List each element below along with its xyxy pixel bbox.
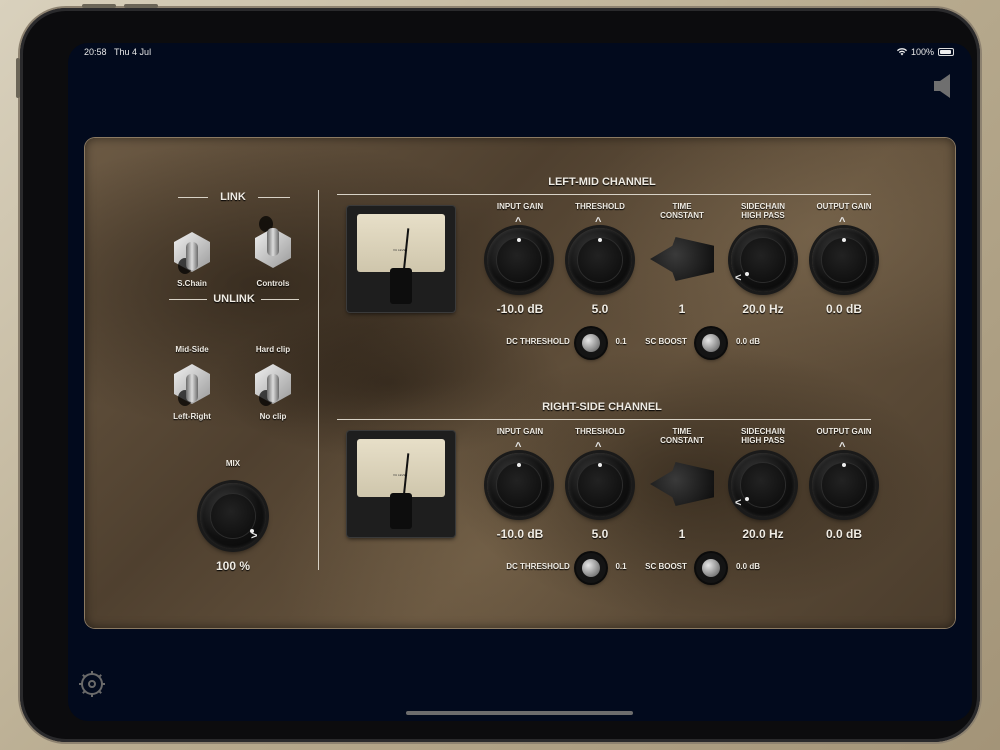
- sidechain-hp-label: SIDECHAIN HIGH PASS: [740, 202, 785, 220]
- hard-clip-label: Hard clip: [255, 345, 291, 354]
- input-gain-label: INPUT GAIN: [496, 202, 544, 211]
- no-clip-label: No clip: [259, 412, 287, 421]
- output-gain-value: 0.0 dB: [825, 527, 862, 541]
- output-gain-knob[interactable]: [812, 228, 876, 292]
- schain-label: S.Chain: [177, 279, 207, 288]
- sc-boost-value: 0.0 dB: [735, 337, 760, 346]
- threshold-label: THRESHOLD: [575, 202, 625, 211]
- divider: [318, 190, 319, 570]
- threshold-value: 5.0: [591, 302, 609, 316]
- left-right-label: Left-Right: [173, 412, 211, 421]
- speaker-icon[interactable]: [932, 73, 956, 99]
- output-gain-label: OUTPUT GAIN: [816, 202, 872, 211]
- mid-side-toggle[interactable]: [172, 360, 212, 408]
- time-constant-value: 1: [678, 527, 686, 541]
- dc-threshold-value: 0.1: [615, 337, 627, 346]
- mix-value: 100 %: [215, 559, 251, 573]
- vu-meter-left: VU LEVEL: [347, 206, 455, 312]
- wifi-icon: [896, 48, 907, 56]
- input-gain-value: -10.0 dB: [496, 302, 544, 316]
- dc-threshold-knob[interactable]: [576, 328, 606, 358]
- input-gain-label: INPUT GAIN: [496, 427, 544, 436]
- dc-threshold-label: DC THRESHOLD: [506, 337, 570, 346]
- time-constant-knob[interactable]: [650, 462, 714, 506]
- link-title: LINK: [220, 191, 246, 203]
- sc-boost-knob[interactable]: [696, 328, 726, 358]
- threshold-knob[interactable]: [568, 228, 632, 292]
- ipad-frame: 20:58 Thu 4 Jul 100% LINK S.Chain Contro…: [16, 4, 980, 742]
- battery-icon: [938, 48, 954, 56]
- hard-clip-toggle[interactable]: [253, 360, 293, 408]
- time-constant-label: TIME CONSTANT: [660, 202, 704, 220]
- sc-boost-knob[interactable]: [696, 553, 726, 583]
- side-button: [16, 58, 20, 98]
- sidechain-hp-value: 20.0 Hz: [742, 527, 784, 541]
- vu-meter-right: VU LEVEL: [347, 431, 455, 537]
- input-gain-knob[interactable]: [487, 228, 551, 292]
- threshold-label: THRESHOLD: [575, 427, 625, 436]
- output-gain-knob[interactable]: [812, 453, 876, 517]
- input-gain-value: -10.0 dB: [496, 527, 544, 541]
- status-time: 20:58: [84, 47, 107, 57]
- status-bar: 20:58 Thu 4 Jul 100%: [68, 47, 972, 63]
- gear-icon[interactable]: [78, 670, 106, 698]
- threshold-knob[interactable]: [568, 453, 632, 517]
- time-constant-value: 1: [678, 302, 686, 316]
- sidechain-hp-value: 20.0 Hz: [742, 302, 784, 316]
- compressor-panel: LINK S.Chain Controls UNLINK Mid-Side Le…: [85, 138, 955, 628]
- output-gain-value: 0.0 dB: [825, 302, 862, 316]
- mid-side-label: Mid-Side: [175, 345, 209, 354]
- top-button: [82, 4, 116, 8]
- schain-toggle[interactable]: [172, 228, 212, 276]
- screen: 20:58 Thu 4 Jul 100% LINK S.Chain Contro…: [68, 43, 972, 721]
- mix-label: MIX: [225, 459, 241, 468]
- dc-threshold-value: 0.1: [615, 562, 627, 571]
- dc-threshold-label: DC THRESHOLD: [506, 562, 570, 571]
- time-constant-knob[interactable]: [650, 237, 714, 281]
- unlink-title: UNLINK: [213, 293, 255, 305]
- sc-boost-value: 0.0 dB: [735, 562, 760, 571]
- right-side-title: RIGHT-SIDE CHANNEL: [542, 401, 662, 413]
- top-button: [124, 4, 158, 8]
- dc-threshold-knob[interactable]: [576, 553, 606, 583]
- time-constant-label: TIME CONSTANT: [660, 427, 704, 445]
- sidechain-hp-label: SIDECHAIN HIGH PASS: [740, 427, 785, 445]
- threshold-value: 5.0: [591, 527, 609, 541]
- sc-boost-label: SC BOOST: [645, 337, 687, 346]
- input-gain-knob[interactable]: [487, 453, 551, 517]
- sc-boost-label: SC BOOST: [645, 562, 687, 571]
- output-gain-label: OUTPUT GAIN: [816, 427, 872, 436]
- battery-percent: 100%: [910, 47, 934, 57]
- controls-toggle[interactable]: [253, 216, 293, 272]
- status-date: Thu 4 Jul: [114, 47, 152, 57]
- home-indicator[interactable]: [406, 711, 633, 715]
- left-mid-title: LEFT-MID CHANNEL: [548, 176, 656, 188]
- controls-label: Controls: [256, 279, 290, 288]
